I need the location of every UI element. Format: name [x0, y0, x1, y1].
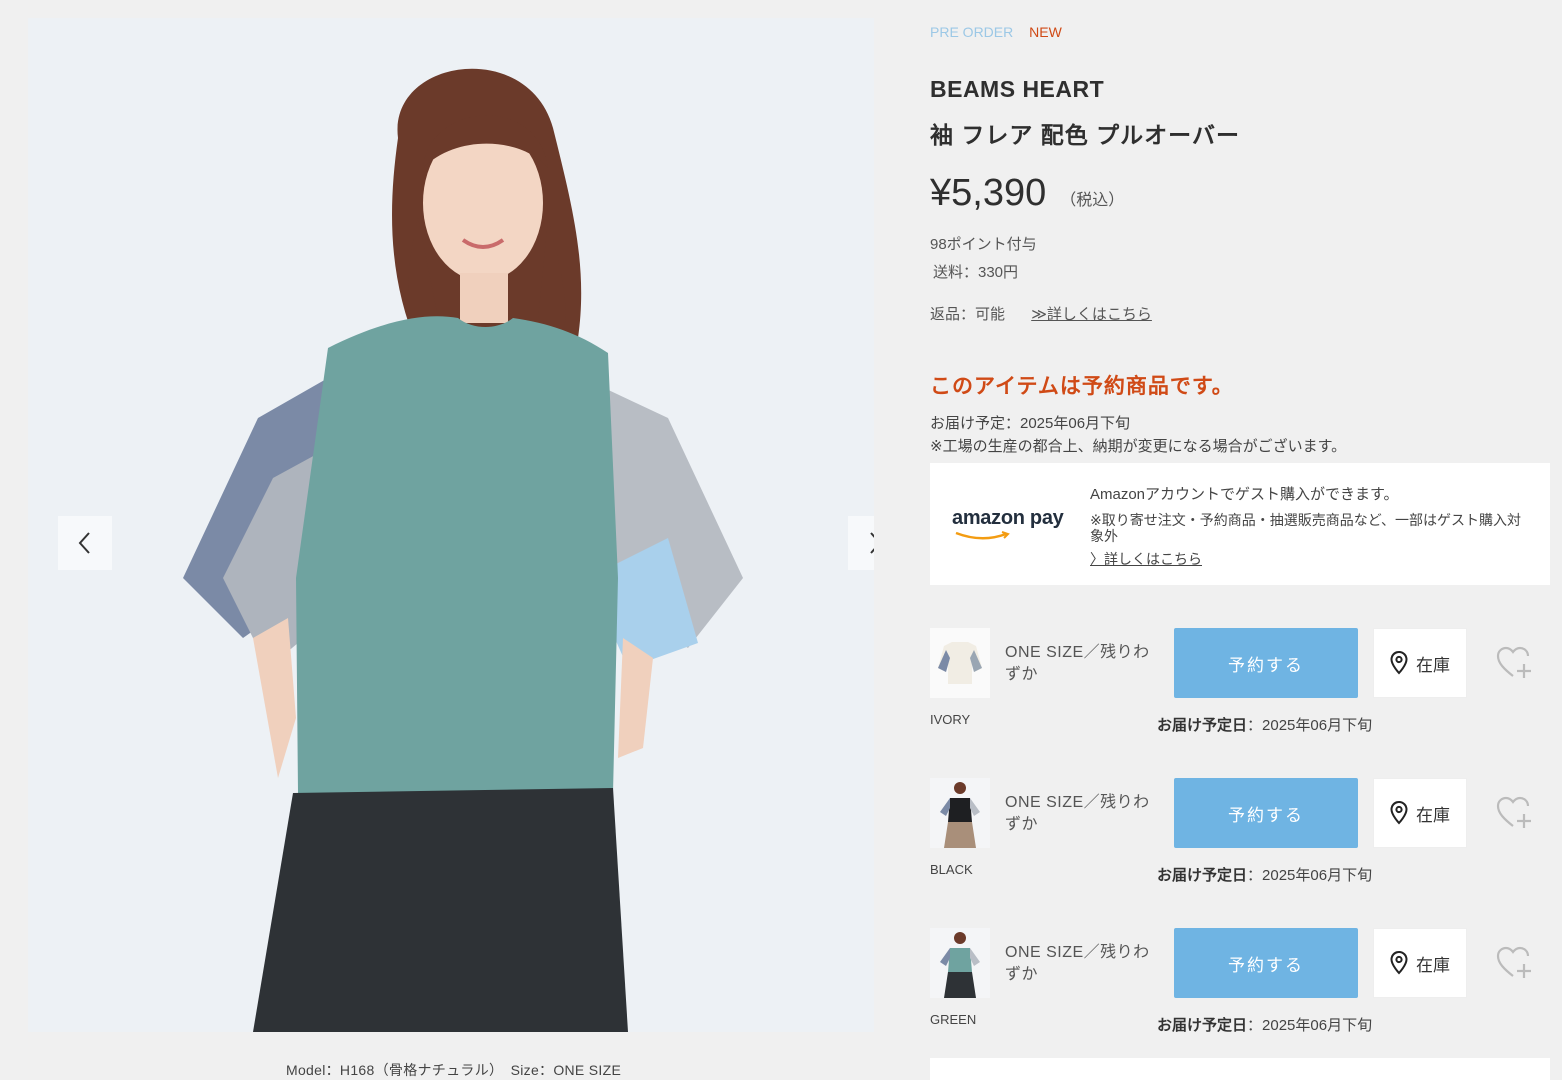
variant-row-black: BLACK ONE SIZE／残りわずか 予約する 在庫 お届け予定日：2025…: [930, 778, 1550, 918]
variant-row-green: GREEN ONE SIZE／残りわずか 予約する 在庫 お届け予定日：2025…: [930, 928, 1550, 1068]
variant-size-stock: ONE SIZE／残りわずか: [1005, 944, 1150, 983]
preorder-notice: このアイテムは予約商品です。: [930, 375, 1234, 398]
shipping-info: 送料：330円: [933, 264, 1019, 281]
delivery-date-value: ：2025年06月下旬: [1247, 867, 1373, 884]
map-pin-icon: [1390, 651, 1408, 675]
delivery-date-label: お届け予定日: [1157, 1017, 1248, 1034]
variant-thumbnail[interactable]: [930, 928, 990, 998]
store-stock-button[interactable]: 在庫: [1373, 778, 1467, 848]
reserve-button[interactable]: 予約する: [1174, 778, 1358, 848]
delivery-schedule: お届け予定：2025年06月下旬: [930, 415, 1131, 432]
ivory-thumbnail-image: [930, 628, 990, 698]
store-stock-label: 在庫: [1416, 805, 1450, 825]
variant-row-ivory: IVORY ONE SIZE／残りわずか 予約する 在庫 お届け予定日：2025…: [930, 628, 1550, 768]
amazon-pay-box: amazon pay Amazonアカウントでゲスト購入ができます。 ※取り寄せ…: [930, 463, 1550, 585]
amazon-pay-text: Amazonアカウントでゲスト購入ができます。 ※取り寄せ注文・予約商品・抽選販…: [1090, 483, 1530, 569]
map-pin-icon: [1390, 801, 1408, 825]
product-image-gallery: [28, 18, 874, 1032]
product-photo: [28, 18, 874, 1032]
heart-plus-icon[interactable]: [1496, 946, 1534, 980]
amazon-pay-details-link[interactable]: 〉詳しくはこちら: [1090, 551, 1202, 567]
delivery-disclaimer: ※工場の生産の都合上、納期が変更になる場合がございます。: [930, 438, 1347, 455]
store-stock-label: 在庫: [1416, 655, 1450, 675]
variant-size-stock: ONE SIZE／残りわずか: [1005, 644, 1150, 683]
amazon-pay-logo: amazon pay: [952, 507, 1064, 540]
delivery-date-value: ：2025年06月下旬: [1247, 1017, 1373, 1034]
store-stock-label: 在庫: [1416, 955, 1450, 975]
store-stock-button[interactable]: 在庫: [1373, 928, 1467, 998]
reserve-button[interactable]: 予約する: [1174, 628, 1358, 698]
variant-delivery-date: お届け予定日：2025年06月下旬: [1157, 1014, 1372, 1035]
product-tags: PRE ORDER NEW: [930, 24, 1062, 40]
black-thumbnail-image: [930, 778, 990, 848]
heart-plus-icon[interactable]: [1496, 796, 1534, 830]
green-thumbnail-image: [930, 928, 990, 998]
variant-thumbnail[interactable]: [930, 628, 990, 698]
product-name: 袖 フレア 配色 プルオーバー: [930, 122, 1240, 148]
store-stock-button[interactable]: 在庫: [1373, 628, 1467, 698]
tax-note: （税込）: [1060, 192, 1125, 209]
brand-name[interactable]: BEAMS HEART: [930, 76, 1104, 103]
reserve-button[interactable]: 予約する: [1174, 928, 1358, 998]
delivery-date-label: お届け予定日: [1157, 717, 1248, 734]
variant-color-label: BLACK: [930, 862, 973, 877]
delivery-date-label: お届け予定日: [1157, 867, 1248, 884]
variant-delivery-date: お届け予定日：2025年06月下旬: [1157, 714, 1372, 735]
gallery-next-button[interactable]: [848, 516, 874, 570]
preorder-tag: PRE ORDER: [930, 24, 1014, 40]
map-pin-icon: [1390, 951, 1408, 975]
heart-plus-icon[interactable]: [1496, 646, 1534, 680]
new-tag: NEW: [1029, 24, 1062, 40]
amazon-pay-line1: Amazonアカウントでゲスト購入ができます。: [1090, 486, 1399, 503]
variant-delivery-date: お届け予定日：2025年06月下旬: [1157, 864, 1372, 885]
amazon-pay-line2: ※取り寄せ注文・予約商品・抽選販売商品など、一部はゲスト購入対象外: [1090, 512, 1522, 544]
amazon-pay-logo-text: amazon pay: [952, 507, 1064, 529]
points-info: 98ポイント付与: [930, 236, 1037, 253]
model-size-caption: Model：H168（骨格ナチュラル） Size：ONE SIZE: [286, 1062, 622, 1078]
delivery-date-value: ：2025年06月下旬: [1247, 717, 1373, 734]
price-value: ¥5,390: [930, 172, 1047, 214]
return-status: 返品：可能: [930, 306, 1006, 323]
return-details-link[interactable]: ≫詳しくはこちら: [1031, 306, 1152, 323]
variant-size-stock: ONE SIZE／残りわずか: [1005, 794, 1150, 833]
delivery-info: お届け予定：2025年06月下旬 ※工場の生産の都合上、納期が変更になる場合がご…: [930, 412, 1346, 458]
chevron-right-icon: [870, 532, 874, 554]
return-policy: 返品：可能 ≫詳しくはこちら: [930, 303, 1152, 324]
amazon-smile-icon: [955, 531, 1010, 540]
gallery-prev-button[interactable]: [58, 516, 112, 570]
variant-color-label: IVORY: [930, 712, 971, 727]
variant-color-label: GREEN: [930, 1012, 977, 1027]
next-section-card: [930, 1058, 1550, 1080]
variant-thumbnail[interactable]: [930, 778, 990, 848]
chevron-left-icon: [78, 532, 90, 554]
price: ¥5,390 （税込）: [930, 172, 1124, 215]
